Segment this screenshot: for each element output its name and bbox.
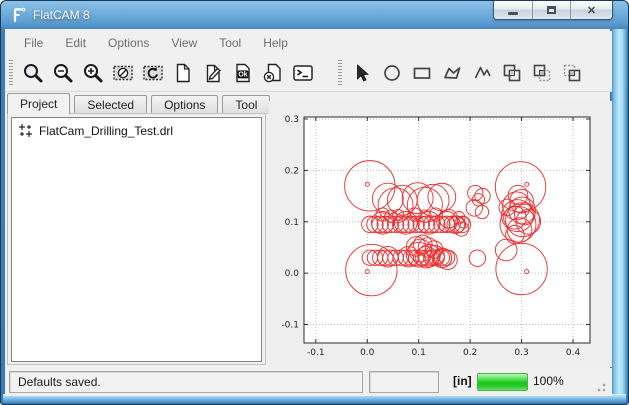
edit-file-icon [202, 62, 224, 84]
progress-percent-label: 100% [533, 374, 564, 388]
zoom-out-button[interactable] [48, 58, 78, 88]
menu-file[interactable]: File [13, 33, 54, 53]
title-bar[interactable]: FlatCAM 8 ✕ [1, 1, 628, 29]
close-icon: ✕ [587, 4, 596, 17]
minimize-icon [508, 12, 518, 15]
replot-icon [142, 62, 164, 84]
tab-options[interactable]: Options [151, 95, 218, 114]
edit-geometry-button[interactable] [198, 58, 228, 88]
circle-tool-button[interactable] [377, 58, 407, 88]
svg-text:Ok: Ok [238, 71, 247, 78]
union-tool-button[interactable] [497, 58, 527, 88]
path-tool-icon [471, 62, 493, 84]
zoom-fit-button[interactable] [18, 58, 48, 88]
replot-button[interactable] [138, 58, 168, 88]
window-border-right [610, 29, 627, 395]
menu-options[interactable]: Options [97, 33, 160, 53]
shell-button[interactable] [288, 58, 318, 88]
menu-view[interactable]: View [160, 33, 208, 53]
tab-selected[interactable]: Selected [74, 95, 147, 114]
project-tree[interactable]: FlatCam_Drilling_Test.drl [11, 117, 262, 362]
svg-text:0.2: 0.2 [285, 166, 299, 176]
zoom-in-icon [82, 62, 104, 84]
svg-text:0.0: 0.0 [360, 348, 375, 358]
circle-tool-icon [381, 62, 403, 84]
clear-plot-icon [112, 62, 134, 84]
main-toolbar: Ok [5, 54, 612, 92]
intersection-icon [531, 62, 553, 84]
menu-help[interactable]: Help [252, 33, 299, 53]
zoom-in-button[interactable] [78, 58, 108, 88]
cancel-file-icon [262, 62, 284, 84]
svg-text:0.2: 0.2 [463, 348, 477, 358]
tree-item-label: FlatCam_Drilling_Test.drl [39, 124, 173, 138]
svg-text:0.3: 0.3 [285, 115, 299, 125]
window-title: FlatCAM 8 [33, 8, 90, 22]
menu-edit[interactable]: Edit [54, 33, 97, 53]
notebook-tabbar: Project Selected Options Tool [7, 93, 274, 114]
svg-text:-0.1: -0.1 [281, 321, 299, 331]
zoom-out-icon [52, 62, 74, 84]
shell-icon [292, 62, 314, 84]
ok-file-icon: Ok [232, 62, 254, 84]
menu-bar: File Edit Options View Tool Help [5, 31, 612, 54]
zoom-fit-icon [22, 62, 44, 84]
status-message: Defaults saved. [18, 375, 101, 389]
toolbar-group-plot: Ok [18, 58, 318, 88]
status-aux-panel [369, 371, 439, 393]
rectangle-tool-button[interactable] [407, 58, 437, 88]
polygon-tool-icon [441, 62, 463, 84]
polygon-tool-button[interactable] [437, 58, 467, 88]
tree-item-drill-object[interactable]: FlatCam_Drilling_Test.drl [12, 118, 261, 140]
cancel-button[interactable] [258, 58, 288, 88]
project-tab-page: FlatCam_Drilling_Test.drl [7, 113, 266, 365]
toolbar-group-editor [347, 58, 587, 88]
maximize-button[interactable] [532, 1, 570, 19]
status-message-panel: Defaults saved. [9, 371, 363, 393]
new-file-icon [172, 62, 194, 84]
subtract-icon [561, 62, 583, 84]
resize-grip-icon[interactable] [594, 380, 606, 392]
clear-plot-button[interactable] [108, 58, 138, 88]
status-bar: Defaults saved. [in] 100% [5, 368, 612, 396]
progress-bar [477, 373, 528, 391]
tab-tool[interactable]: Tool [222, 95, 270, 114]
maximize-icon [547, 6, 556, 14]
subtract-tool-button[interactable] [557, 58, 587, 88]
toolbar-drag-handle[interactable] [9, 60, 13, 86]
menu-tool[interactable]: Tool [208, 33, 252, 53]
union-icon [501, 62, 523, 84]
svg-text:0.3: 0.3 [514, 348, 528, 358]
editor-toolbar-drag-handle[interactable] [338, 60, 342, 86]
new-project-button[interactable] [168, 58, 198, 88]
app-logo-icon [11, 7, 27, 23]
path-tool-button[interactable] [467, 58, 497, 88]
rectangle-tool-icon [411, 62, 433, 84]
units-label: [in] [453, 374, 472, 388]
app-window: FlatCAM 8 ✕ File Edit Options View Tool … [0, 0, 629, 405]
svg-text:0.4: 0.4 [566, 348, 581, 358]
plot-figure: -0.1 0.0 0.1 0.2 0.3 0.4 -0.1 0.0 0.1 0.2 0.3 [269, 101, 612, 367]
ok-button[interactable]: Ok [228, 58, 258, 88]
cursor-icon [351, 62, 373, 84]
intersection-tool-button[interactable] [527, 58, 557, 88]
drill-object-icon [18, 123, 33, 138]
window-controls: ✕ [493, 1, 613, 20]
tab-project[interactable]: Project [7, 93, 70, 114]
svg-text:0.1: 0.1 [412, 348, 426, 358]
select-tool-button[interactable] [347, 58, 377, 88]
minimize-button[interactable] [494, 1, 532, 19]
plot-canvas[interactable]: -0.1 0.0 0.1 0.2 0.3 0.4 -0.1 0.0 0.1 0.2 0.3 [269, 101, 612, 367]
svg-text:0.0: 0.0 [285, 269, 300, 279]
close-button[interactable]: ✕ [570, 1, 612, 19]
svg-text:0.1: 0.1 [285, 218, 299, 228]
svg-text:-0.1: -0.1 [307, 348, 325, 358]
